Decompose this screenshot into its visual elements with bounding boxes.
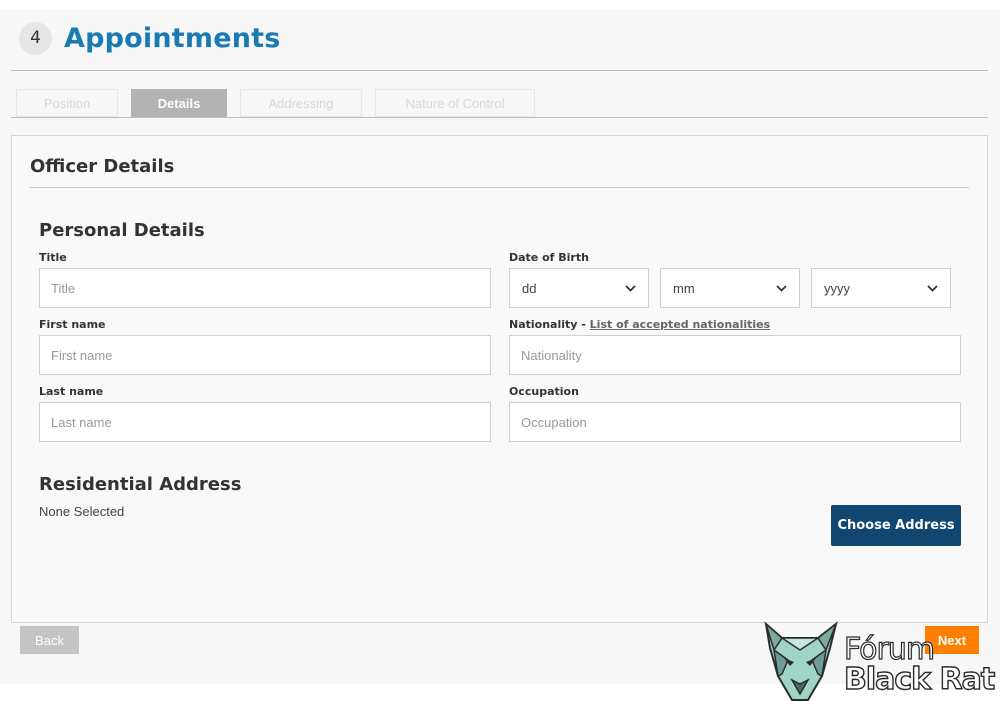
back-button[interactable]: Back [20,626,79,654]
tabs-divider [11,117,988,118]
last-name-input[interactable] [39,402,491,442]
address-status: None Selected [39,504,125,519]
chevron-down-icon [775,282,787,294]
chevron-down-icon [624,282,636,294]
tab-details[interactable]: Details [131,89,227,117]
dob-day-select[interactable]: dd [509,268,649,308]
occupation-label: Occupation [509,385,579,398]
page-header: 4 Appointments [19,20,281,56]
tab-addressing[interactable]: Addressing [240,89,362,117]
nationality-input[interactable] [509,335,961,375]
step-tabs: Position Details Addressing Nature of Co… [16,89,548,117]
header-divider [11,70,988,71]
residential-address-heading: Residential Address [39,474,242,495]
panel-divider [30,187,969,188]
watermark-line-2: Black Rat [843,661,996,697]
personal-details-heading: Personal Details [39,220,205,241]
dob-day-value: dd [522,280,537,296]
page-background: 4 Appointments Position Details Addressi… [0,10,1000,684]
officer-details-panel: Officer Details Personal Details Title F… [11,135,988,623]
nationality-label: Nationality - List of accepted nationali… [509,318,770,331]
dob-year-select[interactable]: yyyy [811,268,951,308]
tab-position[interactable]: Position [16,89,118,117]
nationality-label-text: Nationality - [509,318,590,331]
choose-address-button[interactable]: Choose Address [831,505,961,546]
page-title: Appointments [64,22,281,54]
dob-month-select[interactable]: mm [660,268,800,308]
title-input[interactable] [39,268,491,308]
title-label: Title [39,251,67,264]
panel-title: Officer Details [30,156,175,177]
tab-nature-of-control[interactable]: Nature of Control [375,89,535,117]
dob-year-value: yyyy [824,280,850,296]
dob-label: Date of Birth [509,251,589,264]
occupation-input[interactable] [509,402,961,442]
first-name-label: First name [39,318,106,331]
last-name-label: Last name [39,385,104,398]
accepted-nationalities-link[interactable]: List of accepted nationalities [590,318,770,331]
forum-black-rat-watermark: Fórum Black Rat [760,620,996,704]
rat-logo-icon [764,621,838,701]
step-number-badge: 4 [19,21,52,55]
dob-month-value: mm [673,280,695,296]
first-name-input[interactable] [39,335,491,375]
chevron-down-icon [926,282,938,294]
